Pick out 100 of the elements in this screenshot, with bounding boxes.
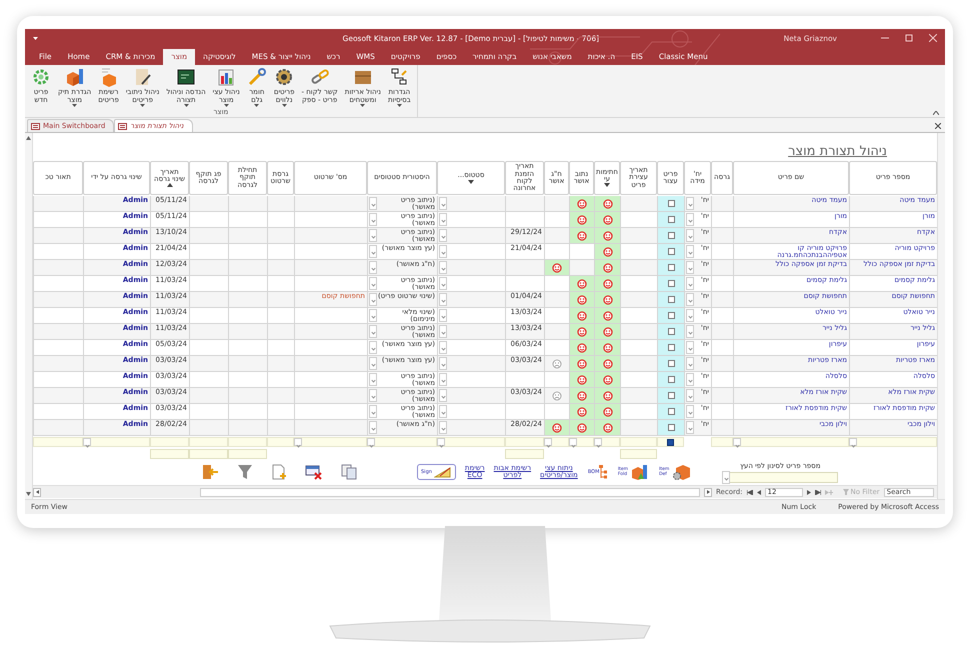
filter-field[interactable] (189, 437, 228, 447)
filter-field[interactable] (594, 437, 620, 447)
dropdown-button[interactable] (369, 277, 377, 290)
filter-field[interactable] (711, 437, 733, 447)
dropdown-button[interactable] (439, 357, 447, 370)
dropdown-button[interactable] (439, 389, 447, 402)
dropdown-button[interactable] (439, 293, 447, 306)
dropdown-button[interactable] (294, 438, 302, 446)
dropdown-button[interactable] (569, 438, 577, 446)
dropdown-button[interactable] (439, 197, 447, 210)
checkbox[interactable] (668, 296, 674, 303)
combo-field[interactable] (437, 212, 505, 228)
dropdown-button[interactable] (733, 438, 741, 446)
exit-door-icon[interactable] (201, 464, 219, 480)
dropdown-button[interactable] (686, 245, 694, 258)
filter-field[interactable] (544, 437, 569, 447)
combo-field[interactable] (437, 292, 505, 308)
first-record-icon[interactable] (746, 490, 753, 494)
checkbox[interactable] (668, 344, 674, 351)
combo-field[interactable] (437, 356, 505, 372)
caret-icon[interactable] (33, 36, 38, 40)
dropdown-button[interactable] (439, 277, 447, 290)
dropdown-button[interactable] (686, 309, 694, 322)
filter-field[interactable] (569, 437, 594, 447)
checkbox[interactable] (668, 216, 674, 223)
dropdown-button[interactable] (686, 341, 694, 354)
dropdown-button[interactable] (686, 421, 694, 434)
scroll-up-icon[interactable] (26, 136, 31, 140)
dropdown-button[interactable] (369, 197, 377, 210)
checkbox[interactable] (668, 360, 674, 367)
dropdown-button[interactable] (439, 229, 447, 242)
filter-checkbox[interactable] (667, 438, 674, 446)
dropdown-button[interactable] (594, 438, 602, 446)
filter-field[interactable] (733, 437, 849, 447)
dropdown-button[interactable] (686, 293, 694, 306)
scroll-down-icon[interactable] (26, 492, 31, 496)
dropdown-button[interactable] (722, 470, 730, 484)
filter-field[interactable] (150, 437, 189, 447)
dropdown-button[interactable] (686, 325, 694, 338)
next-record-icon[interactable] (806, 490, 811, 494)
combo-field[interactable] (437, 324, 505, 340)
checkbox[interactable] (668, 376, 674, 383)
dropdown-button[interactable] (369, 373, 377, 386)
filter-field[interactable] (267, 437, 294, 447)
dropdown-button[interactable] (686, 213, 694, 226)
combo-field[interactable] (437, 244, 505, 260)
dropdown-button[interactable] (544, 438, 552, 446)
filter-field[interactable] (33, 437, 83, 447)
scroll-right-button[interactable] (704, 488, 712, 496)
filter-field[interactable] (294, 437, 367, 447)
checkbox[interactable] (668, 264, 674, 271)
dropdown-button[interactable] (686, 373, 694, 386)
dropdown-button[interactable] (686, 389, 694, 402)
horizontal-scrollbar[interactable] (200, 488, 700, 496)
checkbox[interactable] (668, 392, 674, 399)
dropdown-button[interactable] (439, 341, 447, 354)
dropdown-button[interactable] (849, 438, 857, 446)
dropdown-button[interactable] (369, 389, 377, 402)
dropdown-button[interactable] (369, 357, 377, 370)
combo-field[interactable] (437, 420, 505, 436)
dropdown-button[interactable] (369, 325, 377, 338)
dropdown-button[interactable] (369, 245, 377, 258)
collapse-icon[interactable] (933, 111, 939, 115)
combo-field[interactable] (437, 276, 505, 292)
new-record-icon[interactable] (824, 490, 833, 494)
dropdown-button[interactable] (439, 213, 447, 226)
checkbox[interactable] (668, 280, 674, 287)
dropdown-button[interactable] (367, 438, 375, 446)
dropdown-button[interactable] (439, 325, 447, 338)
checkbox[interactable] (668, 424, 674, 431)
dropdown-button[interactable] (439, 421, 447, 434)
dropdown-button[interactable] (369, 405, 377, 418)
filter-field[interactable] (367, 437, 437, 447)
dropdown-button[interactable] (369, 213, 377, 226)
dropdown-button[interactable] (686, 405, 694, 418)
total-field[interactable] (505, 449, 544, 459)
scroll-left-button[interactable] (33, 488, 41, 496)
filter-field[interactable] (83, 437, 150, 447)
combo-field[interactable] (437, 372, 505, 388)
combo-field[interactable] (437, 388, 505, 404)
checkbox[interactable] (668, 200, 674, 207)
dropdown-button[interactable] (369, 309, 377, 322)
checkbox[interactable] (668, 312, 674, 319)
dropdown-button[interactable] (369, 421, 377, 434)
restore-icon[interactable] (905, 34, 913, 42)
checkbox[interactable] (668, 408, 674, 415)
new-document-icon[interactable] (271, 464, 287, 480)
dropdown-button[interactable] (439, 261, 447, 274)
filter-field[interactable] (437, 437, 505, 447)
dropdown-button[interactable] (437, 438, 445, 446)
dropdown-button[interactable] (686, 277, 694, 290)
dropdown-button[interactable] (439, 245, 447, 258)
combo-field[interactable] (437, 404, 505, 420)
dropdown-button[interactable] (686, 261, 694, 274)
delete-record-icon[interactable] (305, 464, 323, 480)
previous-record-icon[interactable] (756, 490, 761, 494)
filter-field[interactable] (849, 437, 937, 447)
total-field[interactable] (620, 449, 657, 459)
dropdown-button[interactable] (369, 261, 377, 274)
dropdown-button[interactable] (439, 373, 447, 386)
